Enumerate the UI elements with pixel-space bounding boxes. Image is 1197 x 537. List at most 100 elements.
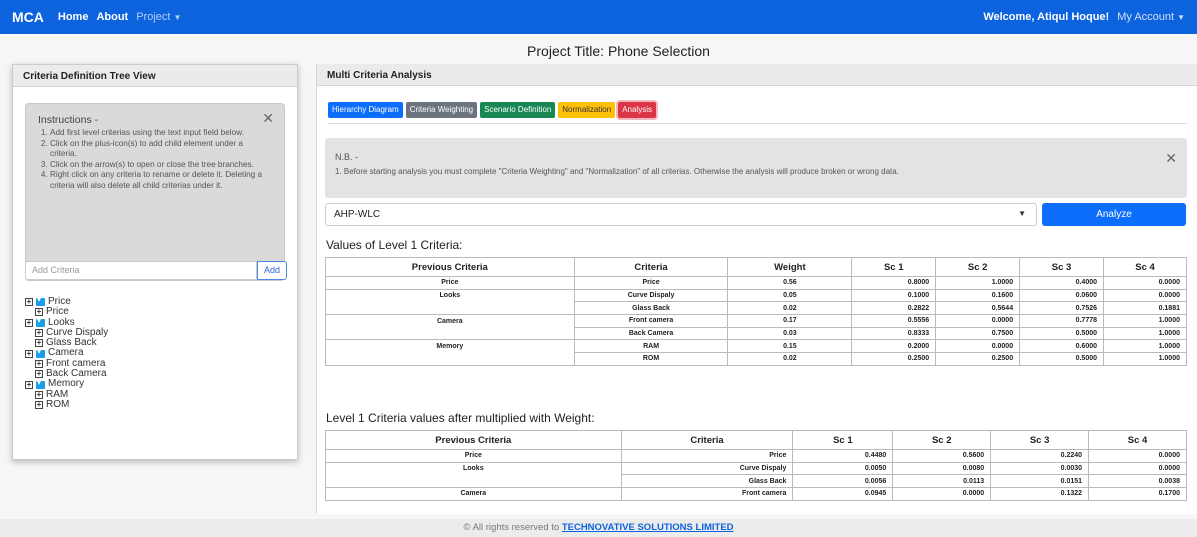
table-cell: 1.0000 — [1103, 352, 1187, 366]
table-cell — [325, 474, 622, 489]
table-cell: Front camera — [620, 487, 794, 501]
table-cell: 0.0030 — [990, 461, 1090, 476]
table-cell: 1.0000 — [1103, 326, 1187, 341]
tree-node-rom[interactable]: + ROM — [25, 399, 108, 410]
tab-criteria-weighting[interactable]: Criteria Weighting — [405, 102, 478, 118]
tree-node-label[interactable]: ROM — [46, 399, 69, 410]
table-cell: 0.0080 — [892, 461, 992, 476]
table-header: Sc 4 — [1088, 430, 1187, 450]
table-cell: 0.05 — [727, 288, 853, 303]
table-cell: Curve Dispaly — [573, 288, 729, 303]
nb-text: 1. Before starting analysis you must com… — [335, 167, 899, 176]
plus-icon[interactable]: + — [35, 359, 43, 368]
plus-icon[interactable]: + — [25, 298, 33, 307]
chevron-down-icon: ▼ — [173, 13, 182, 22]
chevron-down-icon: ▼ — [1177, 13, 1185, 22]
plus-icon[interactable]: + — [35, 390, 43, 399]
plus-icon[interactable]: + — [25, 318, 33, 327]
table-cell: 0.1000 — [851, 288, 937, 303]
table-cell: Price — [325, 276, 575, 290]
table-cell: RAM — [573, 339, 729, 354]
table-row: Camera Front camera 0.0945 0.0000 0.1322… — [325, 487, 1187, 501]
close-icon[interactable]: ✕ — [262, 110, 274, 127]
table-cell: 0.02 — [727, 352, 853, 366]
table-cell: ROM — [573, 352, 729, 366]
table-cell: 0.8333 — [851, 326, 937, 341]
table-header: Previous Criteria — [325, 257, 575, 277]
analyze-button[interactable]: Analyze — [1042, 203, 1186, 226]
table-row: Memory RAM 0.15 0.2000 0.0000 0.6000 1.0… — [325, 339, 1187, 354]
table-cell: 0.0038 — [1088, 474, 1187, 489]
table-cell: 0.0600 — [1019, 288, 1105, 303]
method-select[interactable]: AHP-WLC ▼ — [325, 203, 1037, 226]
table-cell: 0.0000 — [935, 339, 1021, 354]
table-cell: 0.5556 — [851, 314, 937, 328]
table-cell: 0.0000 — [1088, 449, 1187, 463]
table-header: Sc 4 — [1103, 257, 1187, 277]
tab-scenario-definition[interactable]: Scenario Definition — [480, 102, 556, 118]
instruction-item: Click on the arrow(s) to open or close t… — [50, 160, 272, 171]
plus-icon[interactable]: + — [25, 349, 33, 358]
table-cell: 0.8000 — [851, 276, 937, 290]
nav-home[interactable]: Home — [58, 11, 89, 23]
divider — [328, 123, 1187, 124]
brand-logo[interactable]: MCA — [12, 9, 44, 25]
tab-hierarchy-diagram[interactable]: Hierarchy Diagram — [328, 102, 403, 118]
table-cell — [325, 352, 575, 366]
table-cell: 1.0000 — [1103, 314, 1187, 328]
table-cell: 0.2822 — [851, 301, 937, 316]
add-criteria-input[interactable]: Add Criteria — [25, 261, 257, 280]
table-header: Sc 2 — [892, 430, 992, 450]
table-header: Weight — [727, 257, 853, 277]
plus-icon[interactable]: + — [25, 380, 33, 389]
table-cell: 0.2500 — [851, 352, 937, 366]
table-cell: Glass Back — [573, 301, 729, 316]
table-header: Sc 3 — [1019, 257, 1105, 277]
account-label: My Account — [1117, 11, 1175, 23]
tab-analysis[interactable]: Analysis — [618, 102, 656, 118]
table-cell: 0.0000 — [1088, 461, 1187, 476]
table-header: Sc 1 — [792, 430, 894, 450]
table-row: Back Camera 0.03 0.8333 0.7500 0.5000 1.… — [325, 326, 1187, 341]
toggle-arrow-icon[interactable] — [36, 316, 45, 327]
table-row: Looks Curve Dispaly 0.05 0.1000 0.1600 0… — [325, 288, 1187, 303]
footer-company-link[interactable]: TECHNOVATIVE SOLUTIONS LIMITED — [562, 522, 734, 533]
table-cell: Camera — [325, 487, 622, 501]
table-cell: 0.1700 — [1088, 487, 1187, 501]
toggle-arrow-icon[interactable] — [36, 295, 45, 307]
table-row: Glass Back 0.02 0.2822 0.5644 0.7526 0.1… — [325, 301, 1187, 316]
plus-icon[interactable]: + — [35, 401, 43, 410]
table1-title: Values of Level 1 Criteria: — [326, 238, 463, 252]
instructions-title: Instructions - — [38, 114, 99, 126]
table-cell: Price — [573, 276, 729, 290]
table-cell: 0.0000 — [1103, 276, 1187, 290]
table-cell: 0.0113 — [892, 474, 992, 489]
nav-project-label: Project — [136, 11, 171, 23]
toggle-arrow-icon[interactable] — [36, 347, 45, 358]
plus-icon[interactable]: + — [35, 329, 43, 338]
weighted-values-table: Previous Criteria Criteria Sc 1 Sc 2 Sc … — [325, 430, 1187, 501]
close-icon[interactable]: ✕ — [1165, 150, 1177, 167]
method-select-value: AHP-WLC — [334, 209, 381, 220]
table-cell: Front camera — [573, 314, 729, 328]
table2-title: Level 1 Criteria values after multiplied… — [326, 411, 595, 425]
table-cell: 0.4000 — [1019, 276, 1105, 290]
account-dropdown[interactable]: My Account ▼ — [1117, 11, 1185, 23]
table-cell: 0.03 — [727, 326, 853, 341]
table-cell: Looks — [325, 288, 575, 302]
nav-about[interactable]: About — [96, 11, 128, 23]
table-cell: 0.2000 — [851, 339, 937, 354]
table-header: Previous Criteria — [325, 430, 622, 450]
tab-normalization[interactable]: Normalization — [558, 102, 616, 118]
table-row: Looks Curve Dispaly 0.0050 0.0080 0.0030… — [325, 461, 1187, 476]
table-cell: 0.1881 — [1103, 301, 1187, 316]
instruction-item: Add first level criterias using the text… — [50, 128, 272, 139]
table-header-row: Previous Criteria Criteria Weight Sc 1 S… — [325, 257, 1187, 277]
toggle-arrow-icon[interactable] — [36, 378, 45, 389]
nav-project-dropdown[interactable]: Project ▼ — [136, 11, 181, 23]
table-cell: 1.0000 — [935, 276, 1021, 290]
criteria-tree-panel: Criteria Definition Tree View Instructio… — [12, 64, 298, 460]
table-cell — [325, 301, 575, 316]
table-cell: Price — [325, 449, 622, 463]
add-criteria-button[interactable]: Add — [257, 261, 287, 280]
